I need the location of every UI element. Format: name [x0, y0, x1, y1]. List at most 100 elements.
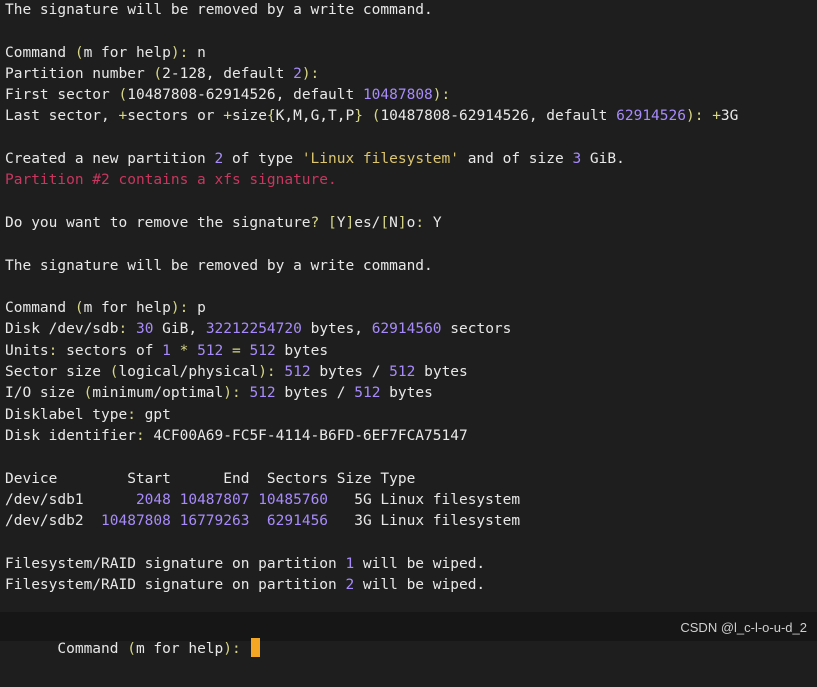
- line-text: /dev/sdb1: [5, 491, 136, 508]
- line-text: Filesystem/RAID signature on partition: [5, 555, 346, 572]
- line-text: 1: [162, 342, 171, 359]
- line-text: I/O size: [5, 385, 84, 402]
- watermark: CSDN @l_c-l-o-u-d_2: [680, 620, 807, 635]
- line-text: Disk identifier: [5, 427, 136, 444]
- line-text: 4CF00A69-FC5F-4114-B6FD-6EF7FCA75147: [144, 427, 468, 444]
- line-text: GiB.: [581, 151, 625, 168]
- terminal-line: Partition number (2-128, default 2):: [5, 64, 817, 85]
- line-text: ):: [301, 65, 320, 82]
- line-text: }: [354, 108, 363, 125]
- prompt-text: ):: [223, 641, 241, 657]
- line-text: [171, 492, 180, 508]
- line-text: Sector size: [5, 364, 110, 381]
- line-text: Filesystem/RAID signature on partition: [5, 577, 346, 594]
- line-text: [363, 108, 372, 124]
- terminal-line: The signature will be removed by a write…: [5, 0, 817, 21]
- line-text: logical/physical: [118, 364, 259, 381]
- line-text: 16779263: [179, 513, 250, 530]
- terminal-line: Disk /dev/sdb: 30 GiB, 32212254720 bytes…: [5, 319, 817, 340]
- line-text: 2048: [135, 491, 171, 508]
- line-text: bytes: [275, 342, 329, 359]
- line-text: ):: [258, 364, 276, 381]
- terminal-line: Disk identifier: 4CF00A69-FC5F-4114-B6FD…: [5, 426, 817, 447]
- line-text: Units: [5, 342, 49, 359]
- line-text: (: [153, 65, 163, 82]
- line-text: 2: [293, 65, 302, 82]
- line-text: 10487808-62914526, default: [380, 108, 617, 125]
- terminal-line: Partition #2 contains a xfs signature.: [5, 170, 817, 191]
- line-text: +: [223, 108, 232, 125]
- line-text: [249, 513, 266, 529]
- line-text: ):: [685, 108, 704, 125]
- line-text: 512: [354, 385, 381, 402]
- line-text: Partition #2 contains a xfs signature.: [5, 172, 337, 189]
- line-text: will be wiped.: [354, 555, 486, 572]
- line-text: [703, 108, 712, 124]
- line-text: +: [712, 108, 721, 125]
- line-text: [127, 321, 136, 337]
- line-text: {: [266, 108, 276, 125]
- line-text: ):: [223, 385, 241, 402]
- line-text: ):: [170, 300, 189, 317]
- prompt-text: Command: [57, 641, 128, 657]
- line-text: minimum/optimal: [92, 385, 224, 402]
- line-text: (: [83, 385, 93, 402]
- line-text: ):: [170, 44, 189, 61]
- line-text: [241, 343, 250, 359]
- line-text: ]: [345, 214, 355, 231]
- line-text: 6291456: [266, 513, 329, 530]
- line-text: Do you want to remove the signature: [5, 214, 311, 231]
- line-text: Created a new partition: [5, 151, 215, 168]
- line-text: [: [380, 214, 390, 231]
- line-text: sectors: [441, 321, 512, 338]
- line-text: ):: [432, 87, 451, 104]
- line-text: bytes: [380, 385, 433, 402]
- line-text: 512: [249, 385, 276, 402]
- prompt-text: [241, 641, 250, 657]
- line-text: 3G Linux filesystem: [328, 513, 521, 530]
- line-text: and of size: [458, 151, 573, 168]
- line-text: bytes,: [301, 321, 372, 338]
- line-text: [: [328, 214, 337, 231]
- prompt-text: m for help: [135, 641, 224, 657]
- terminal-line: /dev/sdb1 2048 10487807 10485760 5G Linu…: [5, 490, 817, 511]
- line-text: =: [232, 342, 241, 359]
- terminal-line: Sector size (logical/physical): 512 byte…: [5, 362, 817, 383]
- line-text: 2-128, default: [162, 65, 294, 82]
- line-text: Command: [5, 300, 75, 317]
- line-text: Disk /dev/sdb: [5, 321, 119, 338]
- terminal-line: Disklabel type: gpt: [5, 405, 817, 426]
- line-text: [171, 343, 180, 359]
- line-text: gpt: [135, 406, 171, 423]
- line-text: ?: [310, 214, 320, 231]
- terminal-line: Command (m for help): p: [5, 298, 817, 319]
- line-text: Partition number: [5, 65, 154, 82]
- line-text: bytes /: [310, 364, 390, 381]
- line-text: sectors of: [57, 342, 163, 359]
- line-text: /dev/sdb2: [5, 513, 102, 530]
- terminal-line: I/O size (minimum/optimal): 512 bytes / …: [5, 383, 817, 404]
- terminal-window[interactable]: The signature will be removed by a write…: [0, 0, 817, 657]
- line-text: [223, 343, 232, 359]
- line-text: GiB,: [153, 321, 206, 338]
- line-text: The signature will be removed by a write…: [5, 257, 433, 274]
- line-text: :: [127, 406, 136, 423]
- line-text: (: [109, 364, 119, 381]
- terminal-line: Last sector, +sectors or +size{K,M,G,T,P…: [5, 106, 817, 127]
- line-text: (: [74, 300, 84, 317]
- line-text: 3G: [720, 108, 739, 125]
- line-text: 62914560: [371, 321, 442, 338]
- line-text: [249, 492, 258, 508]
- line-text: :: [415, 214, 425, 231]
- line-text: 10485760: [258, 491, 329, 508]
- line-text: 30: [135, 321, 154, 338]
- terminal-line: Filesystem/RAID signature on partition 2…: [5, 575, 817, 596]
- line-text: +: [118, 108, 128, 125]
- line-text: es/: [354, 214, 381, 231]
- line-text: 10487807: [179, 491, 250, 508]
- line-text: The signature will be removed by a write…: [5, 2, 433, 18]
